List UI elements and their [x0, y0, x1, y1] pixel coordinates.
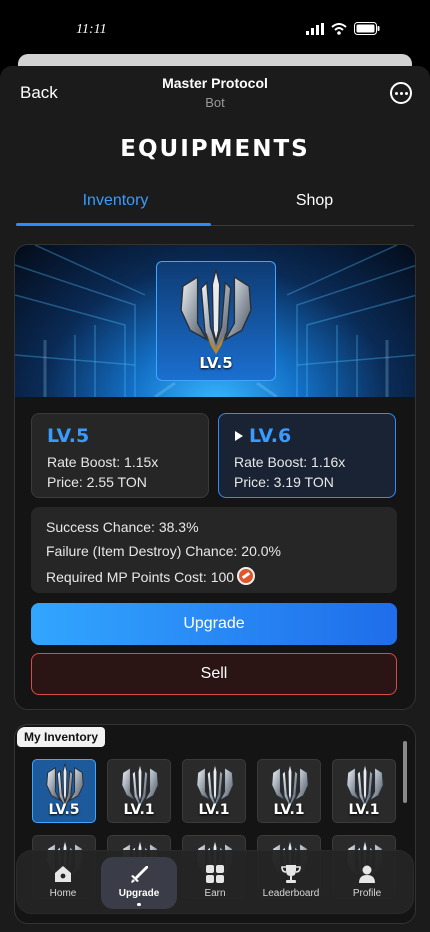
- signal-icon: [306, 22, 324, 35]
- active-nav-indicator: [137, 903, 141, 906]
- nav-label-upgrade: Upgrade: [118, 888, 160, 899]
- tab-shop[interactable]: Shop: [215, 192, 414, 210]
- nav-item-earn[interactable]: Earn: [177, 857, 253, 909]
- app-sheet: Back Master Protocol Bot EQUIPMENTS Inve…: [0, 66, 430, 932]
- tab-inventory[interactable]: Inventory: [16, 192, 215, 210]
- inventory-item-level: LV.5: [48, 802, 80, 818]
- nav-label-earn: Earn: [204, 888, 226, 899]
- inventory-item-level: LV.1: [123, 802, 155, 818]
- upgrade-button[interactable]: Upgrade: [31, 603, 397, 645]
- arrow-right-icon: [235, 431, 243, 441]
- sell-button[interactable]: Sell: [31, 653, 397, 695]
- nav-item-leaderboard[interactable]: Leaderboard: [253, 857, 329, 909]
- bot-title: Master Protocol: [162, 75, 268, 91]
- trident-shield-icon: [180, 269, 252, 355]
- upgrade-card: LV.5 LV.5 Rate Boost: 1.15x Price: 2.55 …: [14, 244, 416, 710]
- mp-token-icon: [237, 567, 256, 585]
- nav-label-profile: Profile: [352, 888, 382, 899]
- next-level-title: LV.6: [249, 425, 292, 447]
- person-icon: [359, 865, 375, 883]
- header: Back Master Protocol Bot: [0, 66, 430, 122]
- battery-icon: [354, 22, 380, 35]
- trophy-icon: [281, 865, 301, 883]
- item-level-label: LV.5: [199, 354, 233, 372]
- sword-icon: [131, 866, 148, 883]
- active-tab-indicator: [16, 223, 211, 226]
- status-icons: [306, 22, 380, 35]
- grid-icon: [206, 865, 224, 883]
- inventory-label: My Inventory: [17, 727, 106, 747]
- mp-cost-row: Required MP Points Cost: 100: [46, 567, 256, 585]
- more-options-icon[interactable]: [390, 82, 412, 104]
- page-title: EQUIPMENTS: [120, 136, 310, 162]
- nav-item-profile[interactable]: Profile: [329, 857, 405, 909]
- nav-label-leaderboard: Leaderboard: [262, 888, 320, 899]
- inventory-item-level: LV.1: [198, 802, 230, 818]
- current-price: Price: 2.55 TON: [47, 474, 147, 490]
- wifi-icon: [331, 22, 347, 35]
- next-rate-boost: Rate Boost: 1.16x: [234, 454, 346, 470]
- next-level-card: LV.6 Rate Boost: 1.16x Price: 3.19 TON: [218, 413, 396, 498]
- success-chance: Success Chance: 38.3%: [46, 519, 199, 535]
- home-icon: [55, 866, 71, 882]
- next-price: Price: 3.19 TON: [234, 474, 334, 490]
- mp-cost: Required MP Points Cost: 100: [46, 569, 235, 585]
- current-level-card: LV.5 Rate Boost: 1.15x Price: 2.55 TON: [31, 413, 209, 498]
- status-time: 11:11: [76, 22, 107, 37]
- failure-chance: Failure (Item Destroy) Chance: 20.0%: [46, 543, 281, 559]
- inventory-item-level: LV.1: [348, 802, 380, 818]
- bottom-nav: Home Upgrade Earn Leaderboard Profile: [16, 850, 414, 914]
- inventory-scrollbar[interactable]: [403, 741, 407, 803]
- item-preview: LV.5: [156, 261, 276, 381]
- inventory-item[interactable]: LV.5: [32, 759, 96, 823]
- inventory-item[interactable]: LV.1: [332, 759, 396, 823]
- item-banner: LV.5: [15, 245, 415, 397]
- tab-bar: Inventory Shop: [16, 182, 414, 226]
- nav-item-upgrade[interactable]: Upgrade: [101, 857, 177, 909]
- upgrade-chances: Success Chance: 38.3% Failure (Item Dest…: [31, 507, 397, 593]
- inventory-item-level: LV.1: [273, 802, 305, 818]
- inventory-item[interactable]: LV.1: [182, 759, 246, 823]
- inventory-item[interactable]: LV.1: [257, 759, 321, 823]
- status-bar: 11:11: [0, 0, 430, 56]
- nav-label-home: Home: [49, 888, 77, 899]
- current-level-title: LV.5: [47, 425, 90, 447]
- nav-item-home[interactable]: Home: [25, 857, 101, 909]
- current-rate-boost: Rate Boost: 1.15x: [47, 454, 159, 470]
- inventory-item[interactable]: LV.1: [107, 759, 171, 823]
- bot-subtitle: Bot: [205, 95, 225, 110]
